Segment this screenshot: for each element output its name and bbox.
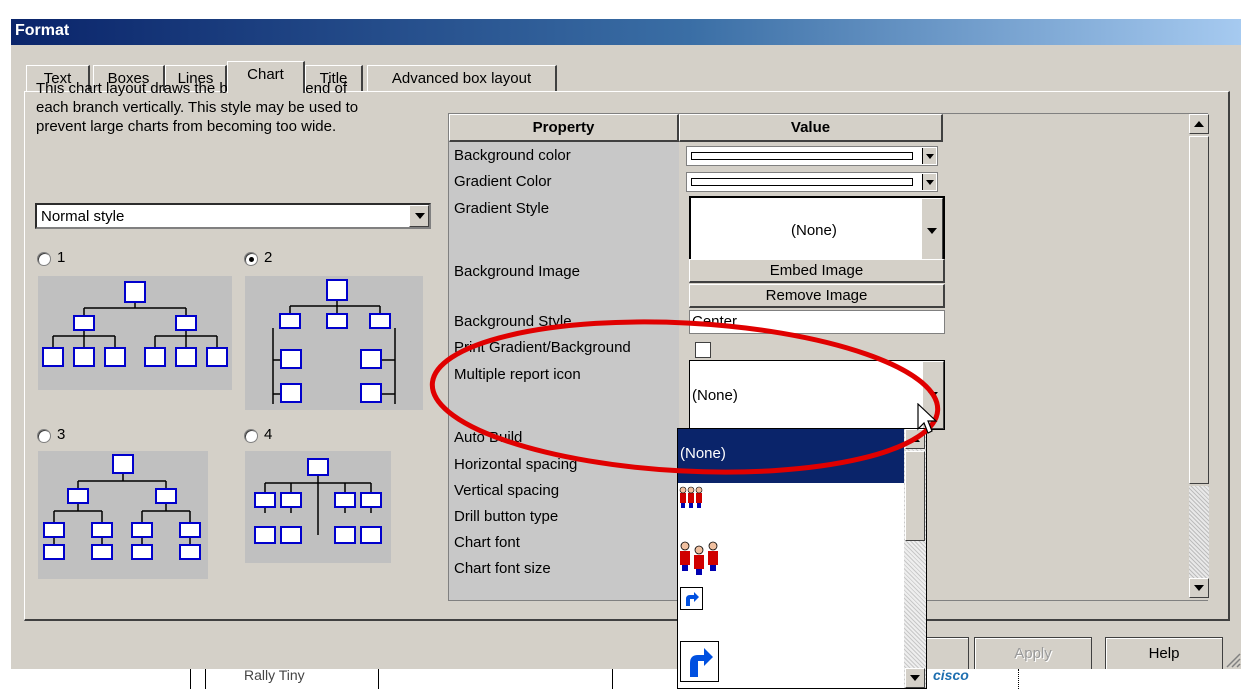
layout-option-1-preview[interactable] (38, 276, 232, 390)
tab-chart[interactable]: Chart (227, 61, 305, 93)
org-chart-2-icon (272, 279, 396, 404)
chevron-down-icon[interactable] (922, 148, 936, 164)
layout-option-3-label: 3 (57, 426, 66, 443)
people-large-icon (680, 541, 718, 575)
multiple-report-icon-select[interactable]: (None) (689, 360, 945, 430)
people-small-icon (679, 486, 703, 508)
grid-scrollbar[interactable] (1189, 114, 1209, 600)
chevron-down-icon[interactable] (409, 205, 429, 227)
dropdown-option-none[interactable]: (None) (678, 429, 904, 483)
layout-option-2-preview[interactable] (245, 276, 423, 410)
dropdown-scrollbar[interactable] (904, 429, 926, 688)
layout-option-4-radio[interactable] (244, 429, 258, 443)
background-style-field[interactable]: Center (689, 310, 945, 334)
prop-multiple-report-icon[interactable]: Multiple report icon (454, 366, 581, 383)
scroll-down-icon[interactable] (1189, 578, 1209, 598)
layout-option-3-preview[interactable] (38, 451, 208, 579)
dropdown-option-arrow-large[interactable] (678, 641, 904, 688)
layout-option-4-preview[interactable] (245, 451, 391, 563)
window-title: Format (15, 22, 70, 39)
prop-background-image[interactable]: Background Image (454, 263, 580, 280)
layout-option-3-radio[interactable] (37, 429, 51, 443)
arrow-small-icon (680, 587, 703, 610)
gradient-color-picker[interactable] (686, 172, 938, 192)
prop-chart-font[interactable]: Chart font (454, 534, 520, 551)
org-chart-1-icon (42, 281, 228, 367)
apply-button[interactable]: Apply (974, 637, 1092, 671)
layout-option-1-label: 1 (57, 249, 66, 266)
chart-style-select[interactable]: Normal style (35, 203, 431, 229)
mouse-cursor-icon (917, 403, 938, 434)
prop-vertical-spacing[interactable]: Vertical spacing (454, 482, 559, 499)
org-chart-4-icon (254, 458, 382, 544)
remove-image-button[interactable]: Remove Image (689, 284, 945, 308)
chevron-down-icon[interactable] (921, 198, 943, 264)
grid-scrollbar-thumb[interactable] (1189, 136, 1209, 484)
layout-option-2-label: 2 (264, 249, 273, 266)
format-dialog: Format Text Boxes Lines Chart Title Adva… (10, 18, 1241, 671)
prop-background-style[interactable]: Background Style (454, 313, 572, 330)
dropdown-option-arrow-small[interactable] (678, 587, 904, 617)
background-text-left: Rally Tiny (244, 667, 305, 683)
prop-horizontal-spacing[interactable]: Horizontal spacing (454, 456, 577, 473)
layout-option-2-radio[interactable] (244, 252, 258, 266)
gradient-style-select[interactable]: (None) (689, 196, 945, 266)
prop-gradient-color[interactable]: Gradient Color (454, 173, 552, 190)
dropdown-scrollbar-thumb[interactable] (905, 451, 925, 541)
background-text-right: cisco (933, 667, 969, 683)
title-bar[interactable]: Format (11, 19, 1241, 45)
layout-option-1-radio[interactable] (37, 252, 51, 266)
prop-drill-button-type[interactable]: Drill button type (454, 508, 558, 525)
help-button[interactable]: Help (1105, 637, 1223, 671)
org-chart-3-icon (43, 454, 201, 560)
prop-background-color[interactable]: Background color (454, 147, 571, 164)
scroll-up-icon[interactable] (1189, 114, 1209, 134)
multiple-report-icon-dropdown[interactable]: (None) (677, 428, 927, 689)
dropdown-option-people-large[interactable] (678, 539, 904, 583)
prop-print-gradient-background[interactable]: Print Gradient/Background (454, 339, 631, 356)
background-app: Rally Tiny cisco (0, 667, 1241, 689)
chevron-down-icon[interactable] (922, 174, 936, 190)
scroll-down-icon[interactable] (905, 668, 925, 688)
arrow-large-icon (680, 641, 719, 682)
dropdown-option-people-small[interactable] (678, 483, 904, 519)
background-color-picker[interactable] (686, 146, 938, 166)
prop-gradient-style[interactable]: Gradient Style (454, 200, 549, 217)
value-column-header[interactable]: Value (679, 114, 943, 142)
property-column-header[interactable]: Property (449, 114, 679, 142)
prop-auto-build[interactable]: Auto Build (454, 429, 522, 446)
embed-image-button[interactable]: Embed Image (689, 259, 945, 283)
layout-option-4-label: 4 (264, 426, 273, 443)
prop-chart-font-size[interactable]: Chart font size (454, 560, 551, 577)
resize-grip-icon[interactable] (1223, 641, 1241, 669)
print-gradient-checkbox[interactable] (695, 342, 711, 358)
